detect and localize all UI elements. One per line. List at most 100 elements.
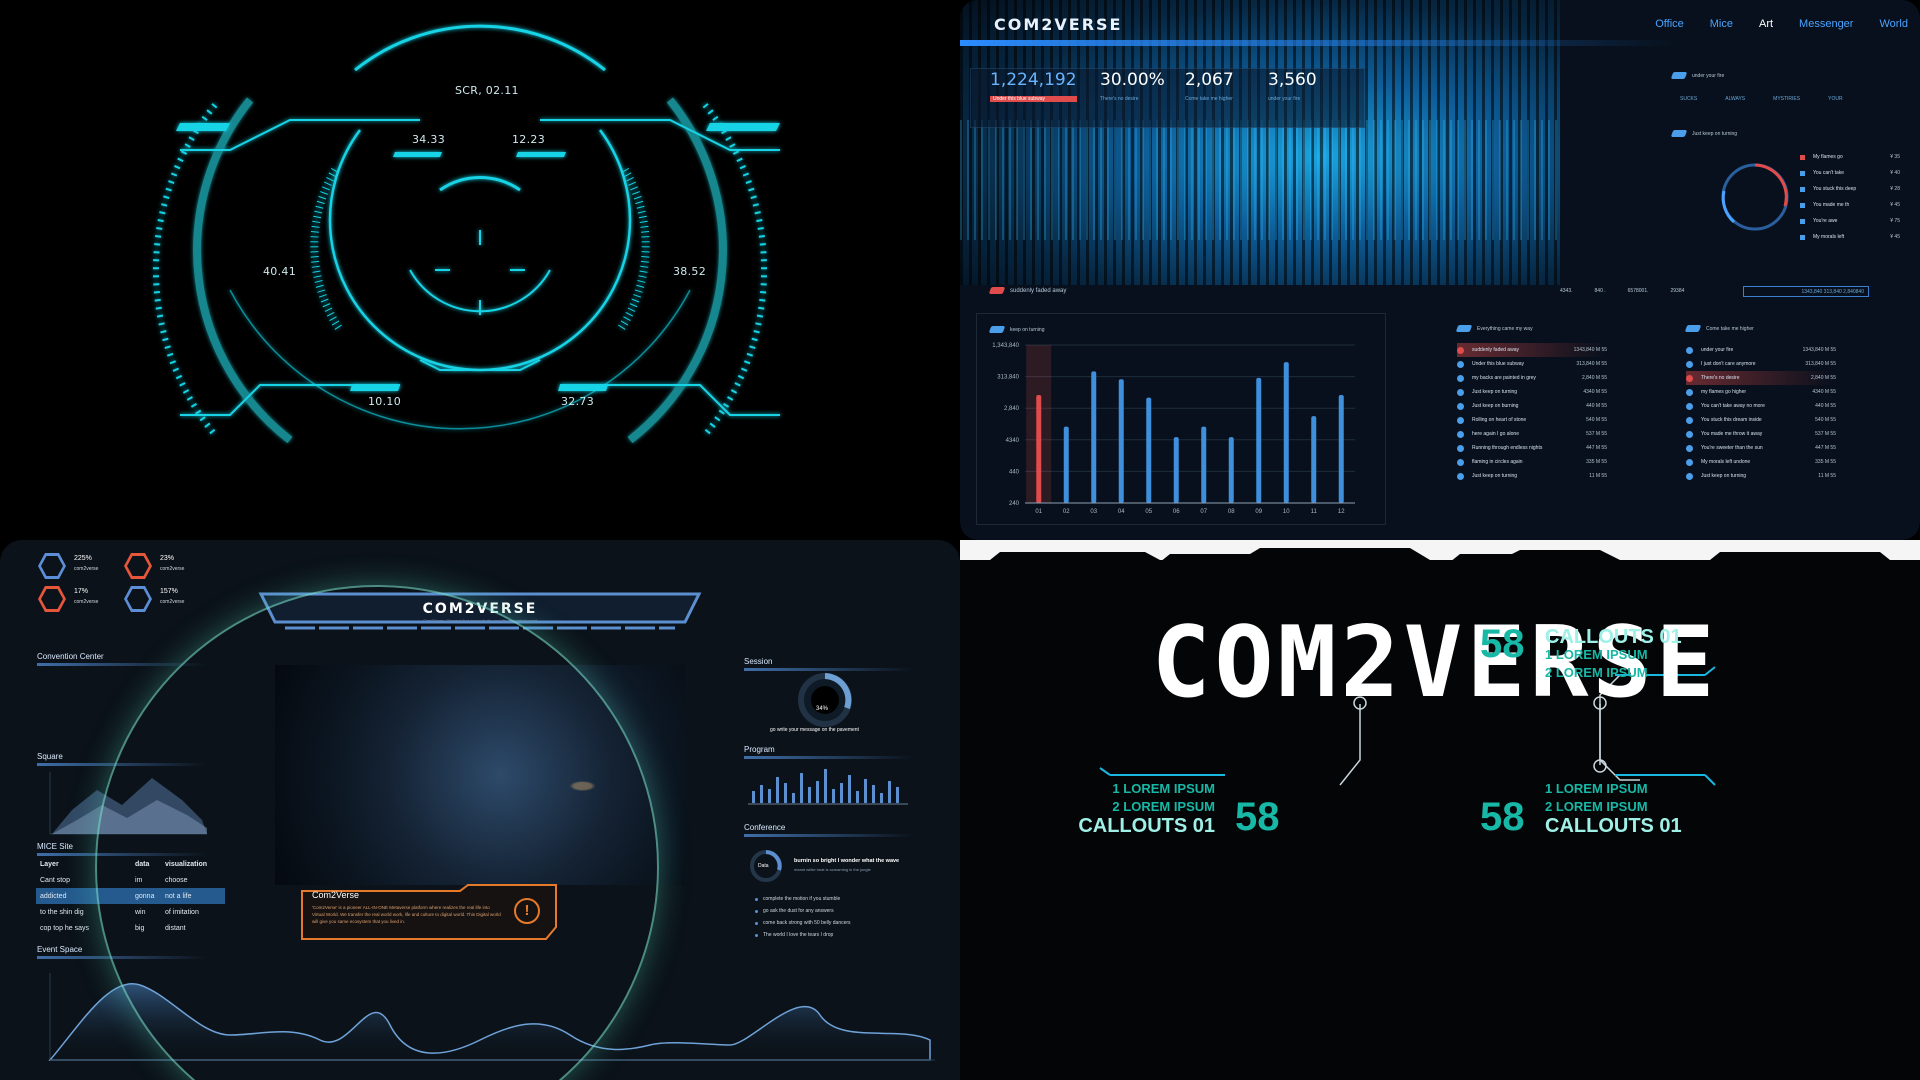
x-tick-label: 12 (1338, 509, 1345, 515)
nav-mice[interactable]: Mice (1710, 18, 1733, 30)
x-tick-label: 07 (1200, 509, 1207, 515)
bullet-icon (1457, 374, 1464, 382)
program-bar (808, 787, 811, 803)
conference-header: Conference (740, 823, 914, 837)
stat-1: 4343. (1560, 288, 1573, 294)
bar[interactable] (1036, 395, 1042, 503)
list-item[interactable]: Just keep on turning 4340 M 55 (1457, 385, 1607, 399)
list-item-value: 313,840 M 55 (1805, 361, 1836, 367)
bullet-icon (1457, 416, 1464, 424)
program-bar (776, 777, 779, 803)
program-bar (896, 787, 899, 803)
bar[interactable] (1146, 397, 1152, 503)
list-item[interactable]: flaming in circles again 335 M 55 (1457, 455, 1607, 469)
list-item-value: 540 M 55 (1586, 417, 1607, 423)
program-bar (848, 775, 851, 803)
list-item[interactable]: There's no desire 2,840 M 55 (1686, 371, 1836, 385)
tag-icon (1684, 325, 1702, 332)
bar[interactable] (1256, 377, 1262, 503)
list-item[interactable]: You stuck this dream inside 540 M 55 (1686, 413, 1836, 427)
bar[interactable] (1311, 416, 1317, 503)
nav-world[interactable]: World (1879, 18, 1908, 30)
program-bar (840, 783, 843, 803)
list-item[interactable]: Just keep on turning 11 M 55 (1686, 469, 1836, 483)
list-item[interactable]: suddenly faded away 1343,840 M 55 (1457, 343, 1607, 357)
program-bar (824, 769, 827, 803)
rt-tab-3[interactable]: MYSTIRIES (1773, 96, 1800, 102)
list-item[interactable]: my flames go higher 4340 M 55 (1686, 385, 1836, 399)
list-item[interactable]: my backs are painted in grey 2,840 M 55 (1457, 371, 1607, 385)
kpi-4-label: under your fire (1268, 96, 1301, 102)
list-item-label: my backs are painted in grey (1472, 375, 1536, 381)
bar[interactable] (1118, 379, 1124, 503)
list-item-value: 335 M 55 (1815, 459, 1836, 465)
list-item-value: 447 M 55 (1586, 445, 1607, 451)
list-item[interactable]: Just keep on burning 440 M 55 (1457, 399, 1607, 413)
bar[interactable] (1228, 437, 1234, 503)
bullet-icon (1686, 346, 1693, 354)
dash-logo: COM2VERSE (994, 15, 1123, 34)
bar[interactable] (1338, 395, 1344, 503)
list-item-value: 1343,840 M 55 (1573, 347, 1607, 353)
bullet-icon (1457, 472, 1464, 480)
bar[interactable] (1091, 371, 1097, 503)
session-caption: go write your message on the pavement (770, 727, 859, 733)
program-bar (784, 783, 787, 803)
bar[interactable] (1173, 437, 1179, 503)
bar[interactable] (1283, 362, 1289, 503)
conference-item[interactable]: complete the motion if you stumble (755, 893, 851, 905)
bullet-icon (1686, 402, 1693, 410)
list-item-value: 447 M 55 (1815, 445, 1836, 451)
list-item[interactable]: under your fire 1343,840 M 55 (1686, 343, 1836, 357)
callout-2-number: 58 (1235, 795, 1280, 839)
rt-header: under your fire (1670, 72, 1724, 79)
conference-item[interactable]: The world I love the tears I drop (755, 929, 851, 941)
bullet-icon (755, 897, 758, 901)
x-tick-label: 09 (1255, 509, 1262, 515)
rt-legend-item: You're awe ¥ 75 (1800, 214, 1900, 228)
list-item-value: 1343,840 M 55 (1802, 347, 1836, 353)
list-item[interactable]: You made me throw it away 537 M 55 (1686, 427, 1836, 441)
list-item[interactable]: You're sweeter than the sun 447 M 55 (1686, 441, 1836, 455)
hex-stat-value: 23% (160, 555, 175, 562)
x-tick-label: 08 (1228, 509, 1235, 515)
search-box[interactable]: 1343,840 313,840 2,840840 (1743, 286, 1869, 297)
hud-upper-right-value: 12.23 (512, 133, 545, 146)
rt-tab-2[interactable]: ALWAYS (1725, 96, 1745, 102)
list-item-label: You're sweeter than the sun (1701, 445, 1763, 451)
hud-top-label: SCR, 02.11 (455, 84, 519, 97)
nav-messenger[interactable]: Messenger (1799, 18, 1853, 30)
x-tick-label: 06 (1173, 509, 1180, 515)
bullet-icon (755, 909, 758, 913)
bar[interactable] (1201, 426, 1207, 503)
nav-art[interactable]: Art (1759, 18, 1773, 30)
bullet-icon (1686, 360, 1693, 368)
rt-tab-4[interactable]: YOUR (1828, 96, 1842, 102)
list-item-value: 537 M 55 (1815, 431, 1836, 437)
kpi-1-label: Under this blue subway (990, 96, 1077, 102)
kpi-4-value: 3,560 (1268, 70, 1317, 90)
tag-icon (988, 326, 1006, 333)
list-item-value: 4340 M 55 (1812, 389, 1836, 395)
kpi-2-label: There's no desire (1100, 96, 1139, 102)
bar[interactable] (1063, 426, 1069, 503)
list-item[interactable]: here again I go alone 537 M 55 (1457, 427, 1607, 441)
bullet-icon (1457, 402, 1464, 410)
list-item[interactable]: I just don't care anymore 313,840 M 55 (1686, 357, 1836, 371)
list-item[interactable]: You can't take away no more 440 M 55 (1686, 399, 1836, 413)
callout-1-sub: 1 LOREM IPSUM 2 LOREM IPSUM (1545, 647, 1648, 680)
list-item[interactable]: Rolling on heart of stone 540 M 55 (1457, 413, 1607, 427)
program-bar (856, 791, 859, 803)
list-item[interactable]: Just keep on turning 11 M 55 (1457, 469, 1607, 483)
hex-stat-value: 225% (74, 555, 92, 562)
conference-item[interactable]: come back strong with 50 belly dancers (755, 917, 851, 929)
hud-lower-left-value: 10.10 (368, 395, 401, 408)
tag-icon (1455, 325, 1473, 332)
x-tick-label: 04 (1118, 509, 1125, 515)
nav-office[interactable]: Office (1655, 18, 1684, 30)
rt-tab-1[interactable]: SUCKS (1680, 96, 1697, 102)
conference-item[interactable]: go ask the dust for any answers (755, 905, 851, 917)
list-item[interactable]: My morals left undone 335 M 55 (1686, 455, 1836, 469)
list-item[interactable]: Under this blue subway 313,840 M 55 (1457, 357, 1607, 371)
list-item[interactable]: Running through endless nights 447 M 55 (1457, 441, 1607, 455)
